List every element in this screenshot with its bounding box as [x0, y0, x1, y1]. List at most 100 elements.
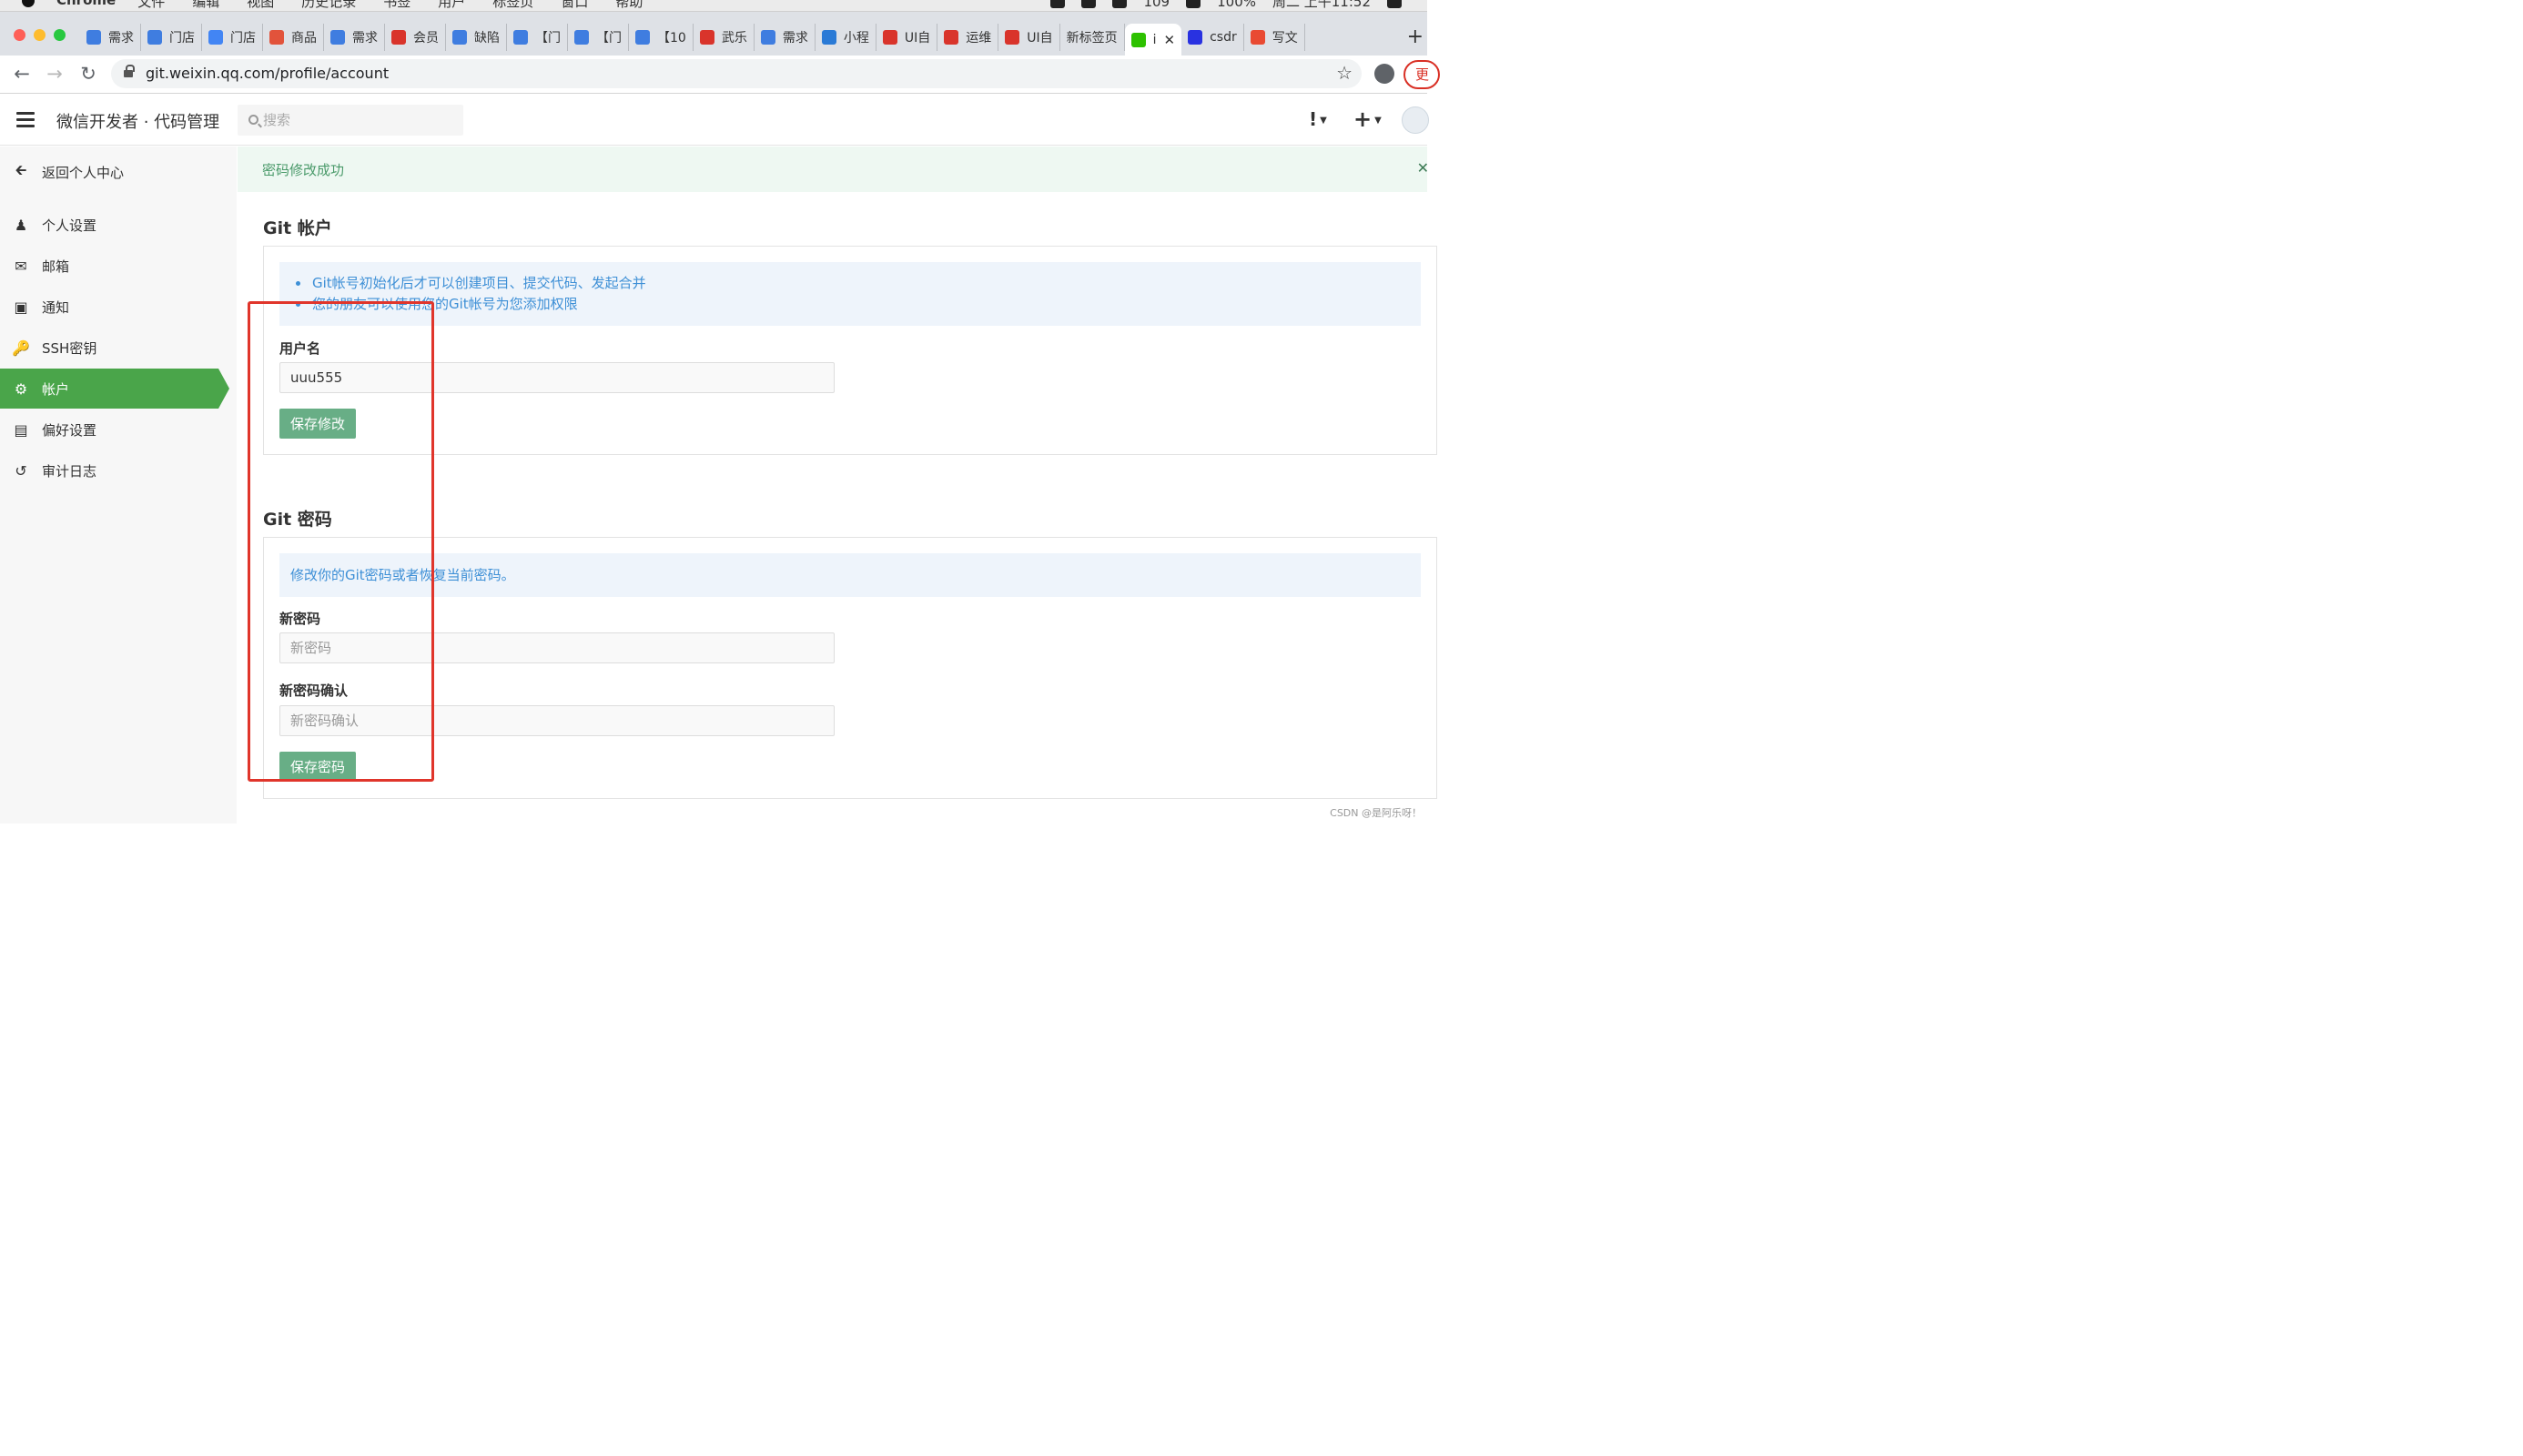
sidebar-item-back[interactable]: 🡰 返回个人中心 — [0, 152, 218, 192]
tab-label: 需求 — [108, 31, 134, 46]
sidebar-item-account[interactable]: ⚙ 帐户 — [0, 369, 229, 409]
browser-tab[interactable]: i ✕ — [1124, 24, 1182, 56]
key-icon: 🔑 — [12, 339, 30, 357]
tray-app-icon[interactable] — [1081, 0, 1097, 8]
reload-icon[interactable]: ↻ — [76, 62, 100, 86]
battery-percent[interactable]: 100% — [1217, 0, 1256, 10]
browser-tab[interactable]: 运维 — [937, 24, 999, 51]
search-icon — [248, 115, 258, 125]
tab-label: UI自 — [1027, 31, 1053, 46]
tray-count[interactable]: 109 — [1143, 0, 1170, 10]
browser-tab[interactable]: 写文 — [1244, 24, 1305, 51]
teamwork-icon — [330, 30, 345, 45]
browser-tab[interactable]: csdr — [1181, 24, 1244, 51]
search-box[interactable] — [238, 105, 463, 136]
update-button[interactable]: 更 — [1403, 60, 1440, 89]
sidebar-item-preferences[interactable]: ▤ 偏好设置 — [0, 410, 218, 450]
browser-tabs: 需求 门店 门店 商品 需求 会员 缺陷 【门 【门 【10 武乐 需求 小程 UI自 运维 UI自 新标签页 i… — [80, 24, 1305, 56]
csdn-icon — [1250, 30, 1265, 45]
profile-icon[interactable] — [1374, 64, 1394, 84]
lock-icon[interactable] — [124, 65, 135, 78]
menu-app-name[interactable]: Chrome — [56, 0, 116, 11]
spotlight-icon[interactable] — [1387, 0, 1402, 8]
browser-tab[interactable]: 会员 — [385, 24, 446, 51]
browser-tab[interactable]: UI自 — [876, 24, 938, 51]
sidebar-item-ssh-keys[interactable]: 🔑 SSH密钥 — [0, 328, 218, 368]
tab-label: 商品 — [291, 31, 317, 46]
figma-icon — [269, 30, 284, 45]
user-icon: ♟ — [14, 216, 28, 234]
hamburger-menu-icon[interactable] — [16, 112, 35, 127]
menu-help[interactable]: 帮助 — [615, 0, 643, 11]
close-tab-icon[interactable]: ✕ — [1164, 32, 1176, 48]
close-window-button[interactable] — [14, 29, 25, 41]
issues-dropdown-button[interactable]: ! ▼ — [1309, 108, 1327, 130]
clock[interactable]: 周二 上午11:52 — [1272, 0, 1371, 11]
menu-history[interactable]: 历史记录 — [301, 0, 356, 11]
browser-tab[interactable]: 武乐 — [694, 24, 755, 51]
browser-tab[interactable]: 新标签页 — [1060, 24, 1125, 51]
search-input[interactable] — [263, 111, 445, 129]
close-icon[interactable]: ✕ — [1417, 159, 1429, 177]
forward-icon[interactable]: → — [43, 62, 66, 86]
avatar[interactable] — [1402, 106, 1429, 134]
tab-label: 【门 — [596, 31, 622, 46]
tab-label: 运维 — [966, 31, 992, 46]
browser-tab[interactable]: 小程 — [816, 24, 876, 51]
address-url[interactable]: git.weixin.qq.com/profile/account — [146, 65, 389, 82]
menu-view[interactable]: 视图 — [247, 0, 274, 11]
app-title[interactable]: 微信开发者 · 代码管理 — [56, 109, 219, 133]
teamwork-icon — [635, 30, 650, 45]
menu-bookmarks[interactable]: 书签 — [383, 0, 410, 11]
browser-tab[interactable]: 【门 — [507, 24, 568, 51]
annotation-highlight-box — [248, 301, 434, 782]
browser-toolbar: ← → ↻ git.weixin.qq.com/profile/account … — [0, 56, 1440, 94]
add-dropdown-button[interactable]: + ▼ — [1353, 106, 1382, 132]
browser-tab[interactable]: 商品 — [263, 24, 324, 51]
browser-tab[interactable]: 缺陷 — [446, 24, 507, 51]
tab-label: UI自 — [904, 31, 931, 46]
browser-tab[interactable]: 【10 — [629, 24, 694, 51]
sidebar-item-email[interactable]: ✉ 邮箱 — [0, 246, 218, 286]
caret-down-icon: ▼ — [1320, 116, 1327, 126]
tab-label: 需求 — [352, 31, 378, 46]
tab-label: 需求 — [782, 31, 808, 46]
plus-icon: + — [1353, 106, 1373, 132]
zoom-window-button[interactable] — [54, 29, 66, 41]
image-icon: ▤ — [14, 420, 28, 439]
teamwork-icon — [760, 30, 775, 45]
browser-tab[interactable]: 需求 — [80, 24, 141, 51]
tab-label: 【门 — [535, 31, 561, 46]
wifi-icon[interactable] — [1186, 0, 1201, 8]
tray-app-icon[interactable] — [1050, 0, 1066, 8]
bookmark-star-icon[interactable]: ☆ — [1336, 62, 1353, 84]
cloud-icon — [821, 30, 836, 45]
tab-label: 【10 — [657, 31, 686, 46]
browser-tab[interactable]: 门店 — [141, 24, 202, 51]
menu-people[interactable]: 用户 — [438, 0, 465, 11]
new-tab-icon[interactable]: + — [1407, 25, 1424, 48]
git-account-panel: Git帐号初始化后才可以创建项目、提交代码、发起合并 您的朋友可以使用您的Git… — [263, 246, 1437, 455]
browser-tab[interactable]: UI自 — [998, 24, 1060, 51]
browser-tab[interactable]: 门店 — [202, 24, 263, 51]
sidebar-item-label: 偏好设置 — [42, 421, 97, 439]
menu-tab[interactable]: 标签页 — [492, 0, 533, 11]
apple-icon[interactable] — [22, 0, 35, 7]
sidebar-item-label: 帐户 — [42, 380, 70, 398]
sidebar-item-audit-log[interactable]: ↺ 审计日志 — [0, 450, 218, 490]
minimize-window-button[interactable] — [34, 29, 46, 41]
sidebar-item-notifications[interactable]: ▣ 通知 — [0, 287, 218, 327]
address-bar[interactable]: git.weixin.qq.com/profile/account ☆ — [111, 59, 1362, 88]
browser-tab[interactable]: 【门 — [568, 24, 629, 51]
sidebar-item-profile[interactable]: ♟ 个人设置 — [0, 205, 218, 245]
menu-edit[interactable]: 编辑 — [192, 0, 219, 11]
tab-label: 写文 — [1272, 31, 1298, 46]
back-icon[interactable]: ← — [10, 62, 34, 86]
browser-tab[interactable]: 需求 — [324, 24, 385, 51]
inbox-icon: ▣ — [14, 298, 28, 316]
menu-file[interactable]: 文件 — [137, 0, 165, 11]
tray-app-icon[interactable] — [1112, 0, 1128, 8]
tab-label: 缺陷 — [474, 31, 500, 46]
menu-window[interactable]: 窗口 — [561, 0, 588, 11]
browser-tab[interactable]: 需求 — [755, 24, 816, 51]
